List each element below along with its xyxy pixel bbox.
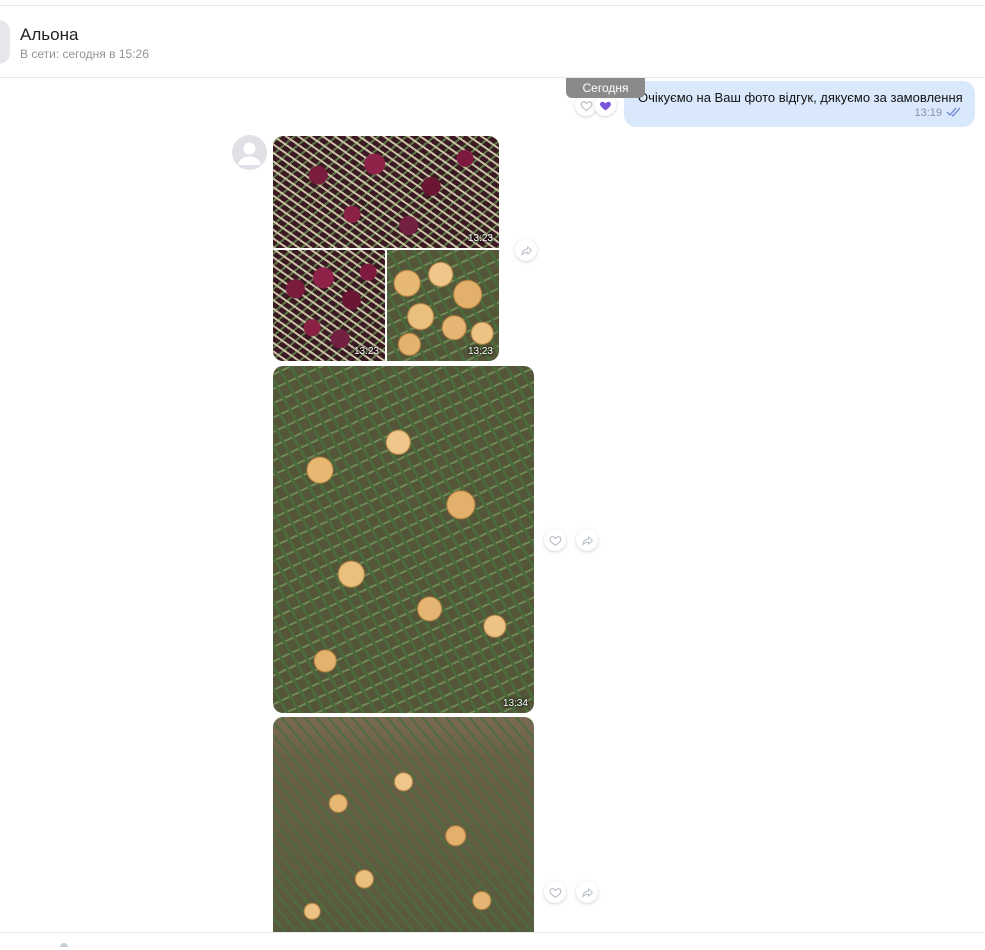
heart-icon <box>580 100 592 111</box>
composer-attach-icon[interactable] <box>60 943 68 947</box>
message-text: Очікуємо на Ваш фото відгук, дякуємо за … <box>638 90 963 105</box>
user-placeholder-icon <box>238 142 261 165</box>
photo-red-onions-small[interactable]: 13:23 <box>273 250 385 361</box>
heart-icon <box>549 887 561 898</box>
photo-time: 13:34 <box>502 698 528 709</box>
heart-icon <box>599 101 611 110</box>
composer-divider <box>0 932 985 933</box>
date-separator: Сегодня <box>566 78 645 98</box>
sender-avatar[interactable] <box>232 135 267 170</box>
contact-avatar[interactable] <box>0 20 10 64</box>
forward-button[interactable] <box>576 881 598 903</box>
photo-yellow-onions-small[interactable]: 13:23 <box>387 250 499 361</box>
photo-red-onions-large[interactable]: 13:23 <box>273 136 499 248</box>
photo-time: 13:23 <box>353 346 379 357</box>
contact-status: В сети: сегодня в 15:26 <box>20 47 149 61</box>
like-button[interactable] <box>544 881 566 903</box>
double-check-icon <box>946 107 961 118</box>
photo-time: 13:23 <box>467 233 493 244</box>
photo-time: 13:23 <box>467 346 493 357</box>
contact-name[interactable]: Альона <box>20 25 78 45</box>
photo-yellow-onions-big[interactable]: 13:34 <box>273 366 534 713</box>
share-arrow-icon <box>520 245 532 255</box>
like-button[interactable] <box>544 529 566 551</box>
chat-header: Альона В сети: сегодня в 15:26 <box>0 6 985 78</box>
share-arrow-icon <box>581 535 593 545</box>
photo-onions-on-soil[interactable] <box>273 717 534 933</box>
share-arrow-icon <box>581 887 593 897</box>
heart-icon <box>549 535 561 546</box>
outgoing-message[interactable]: Очікуємо на Ваш фото відгук, дякуємо за … <box>624 81 975 127</box>
forward-button[interactable] <box>576 529 598 551</box>
forward-button[interactable] <box>515 239 537 261</box>
message-time: 13:19 <box>914 107 942 119</box>
